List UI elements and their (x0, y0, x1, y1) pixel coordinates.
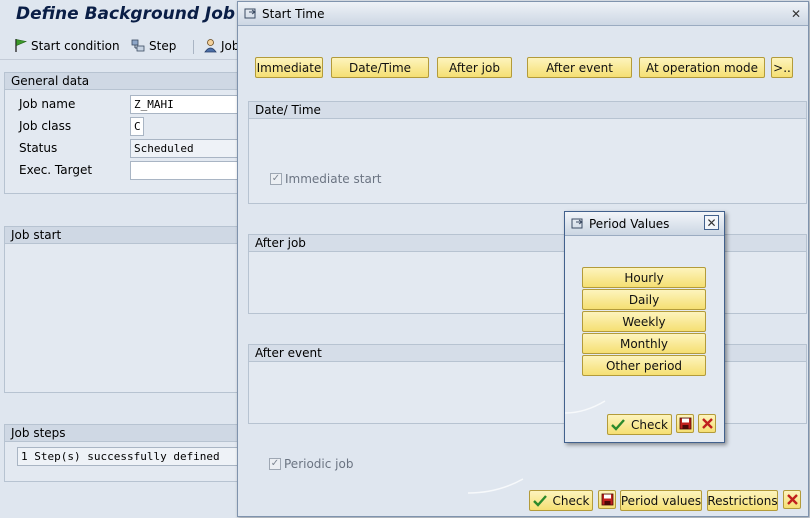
checkmark-icon: ✓ (270, 173, 282, 185)
check-button[interactable]: Check (529, 490, 593, 511)
restrictions-button[interactable]: Restrictions (707, 490, 778, 511)
check-label: Check (552, 493, 590, 508)
close-icon[interactable]: ✕ (788, 6, 804, 22)
window-icon (571, 218, 583, 229)
job-start-header: Job start (5, 227, 239, 244)
job-steps-header: Job steps (5, 425, 239, 442)
status-field: Scheduled (130, 139, 242, 158)
cancel-button[interactable] (783, 490, 801, 509)
cancel-icon (701, 418, 713, 429)
job-steps-group: Job steps 1 Step(s) successfully defined (4, 424, 242, 482)
date-time-section: Date/ Time ✓ Immediate start (248, 101, 807, 204)
start-time-titlebar: Start Time (238, 2, 808, 26)
toolbar-separator (193, 40, 194, 54)
window-icon (244, 8, 256, 19)
period-values-titlebar: Period Values (565, 212, 724, 236)
period-cancel-button[interactable] (698, 414, 716, 433)
date-time-header: Date/ Time (249, 102, 806, 119)
check-icon (532, 494, 547, 507)
exec-target-label: Exec. Target (19, 163, 93, 177)
period-values-dialog: Period Values ✕ Hourly Daily Weekly Mont… (564, 211, 725, 443)
date-time-button[interactable]: Date/Time (331, 57, 429, 78)
job-name-field[interactable]: Z_MAHI (130, 95, 242, 114)
check-icon (611, 418, 625, 431)
general-data-header: General data (5, 73, 239, 90)
after-job-button[interactable]: After job (437, 57, 512, 78)
job-class-label: Job class (19, 119, 72, 133)
period-save-button[interactable] (676, 414, 694, 433)
screen-title: Define Background Job (16, 4, 236, 24)
immediate-start-label: Immediate start (285, 172, 382, 186)
periodic-job-label: Periodic job (284, 457, 354, 471)
weekly-button[interactable]: Weekly (582, 311, 706, 332)
general-data-group: General data Job name Z_MAHI Job class C… (4, 72, 242, 194)
user-icon (204, 39, 217, 53)
period-values-button[interactable]: Period values (620, 490, 702, 511)
step-icon (131, 39, 145, 52)
monthly-button[interactable]: Monthly (582, 333, 706, 354)
at-operation-mode-button[interactable]: At operation mode (639, 57, 765, 78)
daily-button[interactable]: Daily (582, 289, 706, 310)
start-time-title: Start Time (262, 6, 325, 21)
after-event-button[interactable]: After event (527, 57, 632, 78)
job-steps-message: 1 Step(s) successfully defined (17, 447, 242, 466)
start-condition-button[interactable]: Start condition (13, 38, 120, 53)
job-start-group: Job start (4, 226, 240, 393)
period-values-title: Period Values (589, 216, 670, 231)
step-label: Step (149, 38, 177, 53)
close-icon[interactable]: ✕ (704, 215, 719, 230)
status-label: Status (19, 141, 58, 155)
hourly-button[interactable]: Hourly (582, 267, 706, 288)
job-class-field[interactable]: C (130, 117, 144, 136)
immediate-button[interactable]: Immediate (255, 57, 323, 78)
cancel-icon (786, 494, 798, 505)
job-button[interactable]: Job (203, 38, 240, 53)
more-button[interactable]: >.. (771, 57, 793, 78)
footer-divider (468, 478, 524, 494)
footer-divider (565, 400, 606, 414)
flag-icon (15, 39, 28, 52)
step-button[interactable]: Step (131, 38, 176, 53)
period-check-label: Check (631, 417, 668, 432)
application-toolbar: Start condition Step Job (0, 33, 240, 60)
immediate-start-checkbox[interactable]: ✓ Immediate start (270, 172, 381, 186)
job-name-label: Job name (19, 97, 76, 111)
other-period-button[interactable]: Other period (582, 355, 706, 376)
exec-target-field[interactable] (130, 161, 242, 180)
start-condition-label: Start condition (31, 38, 120, 53)
checkmark-icon: ✓ (269, 458, 281, 470)
save-icon (679, 417, 691, 430)
period-check-button[interactable]: Check (607, 414, 672, 435)
save-button[interactable] (598, 490, 616, 509)
periodic-job-checkbox[interactable]: ✓ Periodic job (269, 457, 353, 471)
save-icon (601, 493, 613, 506)
